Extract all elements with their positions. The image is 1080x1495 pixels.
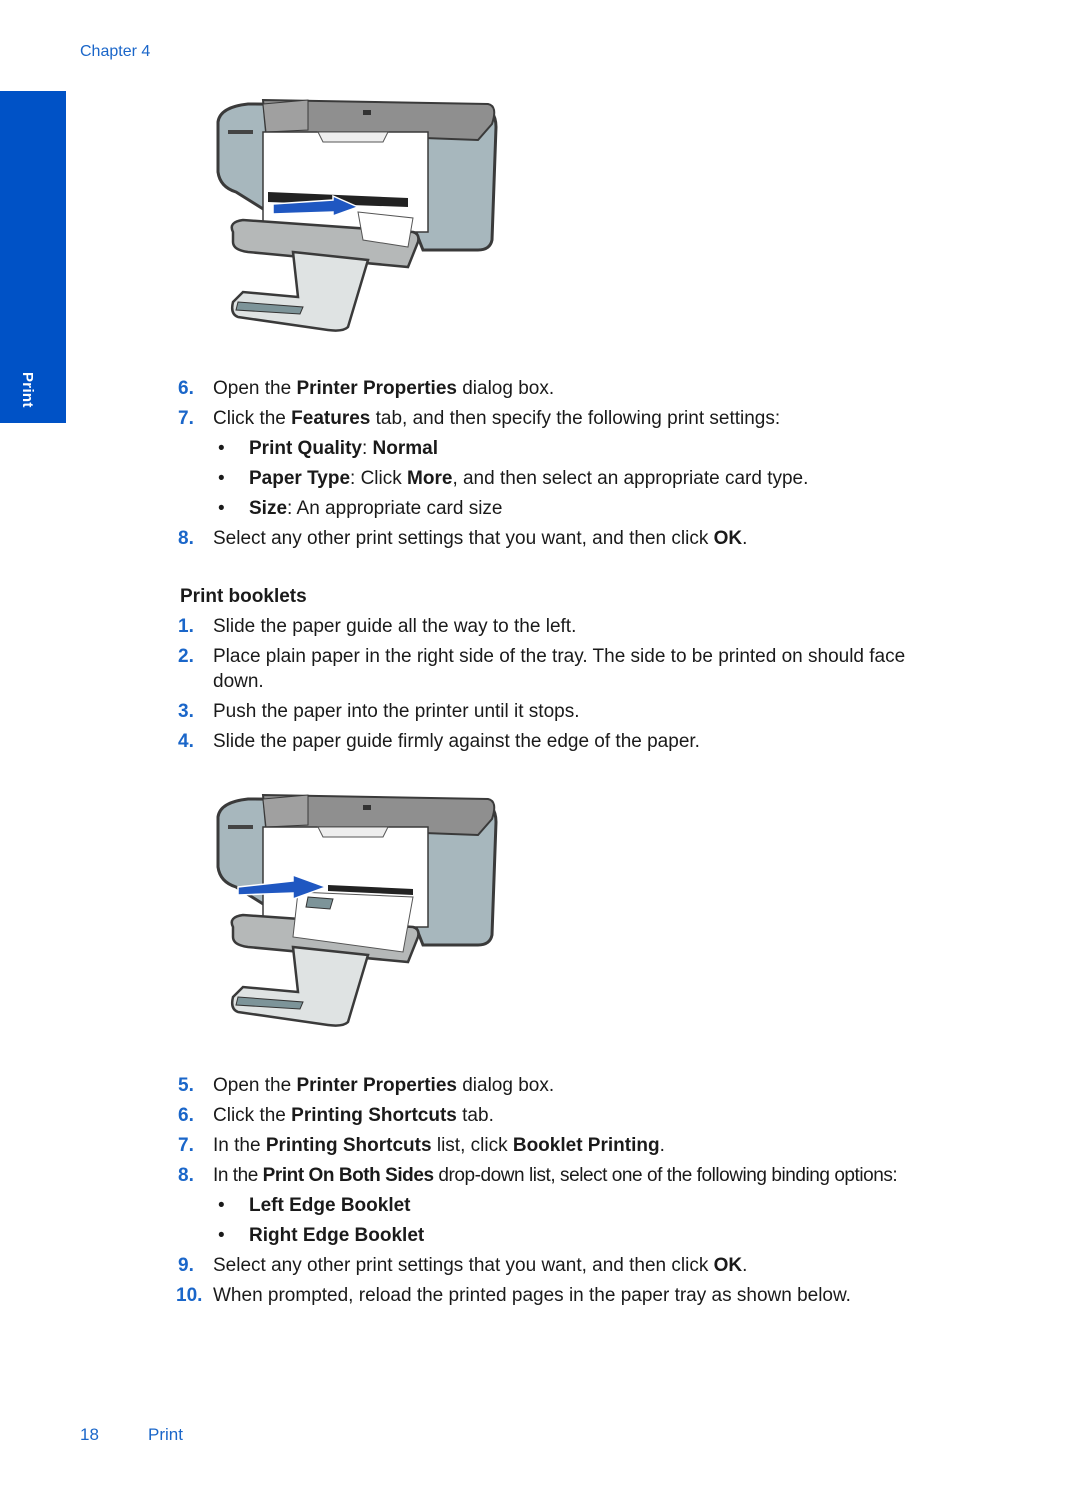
bullet-icon: •	[218, 498, 225, 519]
printer-icon	[216, 793, 498, 1027]
bullet-item: Size: An appropriate card size	[249, 498, 503, 519]
bullet-icon: •	[218, 438, 225, 459]
step-number: 1.	[178, 616, 194, 637]
bullet-item: Right Edge Booklet	[249, 1225, 425, 1246]
bullet-icon: •	[218, 1195, 225, 1216]
step-number: 8.	[178, 528, 194, 549]
step-text: Open the Printer Properties dialog box.	[213, 378, 555, 399]
step-text: In the Printing Shortcuts list, click Bo…	[213, 1135, 665, 1156]
step-number: 6.	[178, 1105, 194, 1126]
step-number: 2.	[178, 646, 194, 667]
printer-booklet-paper-loading-illustration	[216, 793, 498, 1027]
step-text: Open the Printer Properties dialog box.	[213, 1075, 555, 1096]
printer-card-loading-illustration	[216, 98, 498, 332]
step-number: 9.	[178, 1255, 194, 1276]
step-text: Click the Printing Shortcuts tab.	[213, 1105, 494, 1126]
bullet-icon: •	[218, 1225, 225, 1246]
step-text: Place plain paper in the right side of t…	[213, 646, 906, 667]
side-section-tab-label: Print	[19, 372, 36, 408]
step-text: Slide the paper guide firmly against the…	[213, 731, 700, 752]
bullet-item: Left Edge Booklet	[249, 1195, 411, 1216]
step-number: 4.	[178, 731, 194, 752]
step-number: 7.	[178, 1135, 194, 1156]
printer-icon	[216, 98, 498, 332]
step-number: 6.	[178, 378, 194, 399]
step-text: Select any other print settings that you…	[213, 528, 748, 549]
bullet-icon: •	[218, 468, 225, 489]
step-text: Push the paper into the printer until it…	[213, 701, 580, 722]
bullet-item: Paper Type: Click More, and then select …	[249, 468, 809, 489]
page-number: 18	[80, 1425, 99, 1444]
step-text: Select any other print settings that you…	[213, 1255, 748, 1276]
step-text-continued: down.	[213, 671, 264, 692]
step-text: In the Print On Both Sides drop-down lis…	[213, 1165, 898, 1186]
step-text: Slide the paper guide all the way to the…	[213, 616, 577, 637]
step-number: 7.	[178, 408, 194, 429]
step-number: 8.	[178, 1165, 194, 1186]
footer-section-label: Print	[148, 1425, 183, 1444]
chapter-label: Chapter 4	[80, 43, 151, 60]
step-text: Click the Features tab, and then specify…	[213, 408, 781, 429]
section-heading: Print booklets	[180, 586, 307, 607]
step-number: 3.	[178, 701, 194, 722]
bullet-item: Print Quality: Normal	[249, 438, 438, 459]
step-text: When prompted, reload the printed pages …	[213, 1285, 851, 1306]
step-number: 10.	[176, 1285, 203, 1306]
step-number: 5.	[178, 1075, 194, 1096]
